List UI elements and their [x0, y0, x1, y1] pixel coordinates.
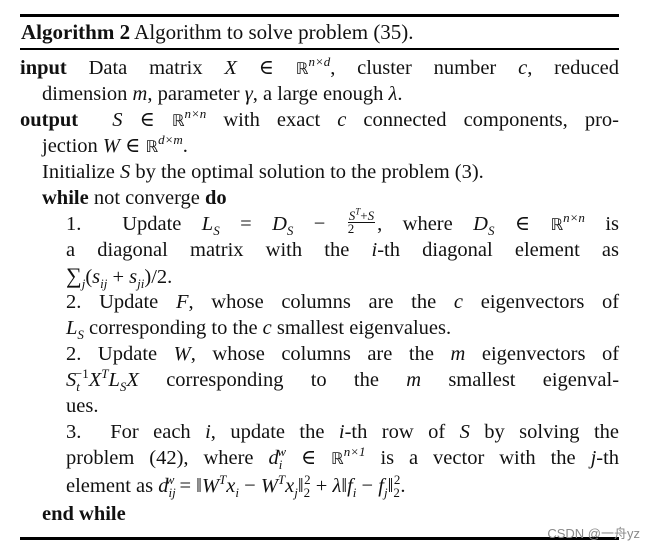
- step-2b-line-3: ues.: [66, 395, 99, 417]
- step-2a-line-2: LS corresponding to the c smallest eigen…: [66, 317, 452, 343]
- end-while-line: end while: [42, 503, 126, 525]
- output-line-1: output S ∈ ℝn×n with exact c connected c…: [20, 106, 619, 131]
- step-1-line-2: a diagonal matrix with the i-th diagonal…: [66, 239, 619, 261]
- step-3-line-2: problem (42), where diw ∈ ℝn×1 is a vect…: [66, 444, 620, 473]
- output-line-2: jection W ∈ ℝd×m.: [42, 132, 188, 157]
- fraction: ST+S 2: [347, 206, 376, 236]
- step-1-line-1: 1. Update LS = DS − ST+S 2, where DS ∈ ℝn…: [66, 206, 619, 239]
- algorithm-caption: Algorithm 2 Algorithm to solve problem (…: [20, 17, 619, 48]
- algorithm-body: input Data matrix X ∈ ℝn×d, cluster numb…: [20, 55, 619, 527]
- algorithm-box: Algorithm 2 Algorithm to solve problem (…: [20, 14, 619, 527]
- csdn-watermark: CSDN @一舟yz: [547, 526, 640, 541]
- step-3-line-3: element as dijw = ‖WTxi − WTxj‖22 + λ‖fi…: [66, 472, 406, 501]
- step-2b-line-1: 2. Update W, whose columns are the m eig…: [66, 343, 620, 365]
- while-line: while not converge do: [42, 187, 227, 209]
- step-3-line-1: 3. For each i, update the i-th row of S …: [66, 421, 620, 443]
- input-line-2: dimension m, parameter γ, a large enough…: [42, 83, 403, 105]
- caption-rule: [20, 48, 619, 50]
- algorithm-label: Algorithm 2: [21, 20, 131, 44]
- step-2b-line-2: St−1XTLSX corresponding to the m smalles…: [66, 366, 620, 395]
- step-1-line-3: ∑j(sij + sji)/2.: [66, 263, 173, 292]
- bottom-rule: [20, 537, 619, 540]
- step-2a-line-1: 2. Update F, whose columns are the c eig…: [66, 291, 620, 313]
- input-line-1: input Data matrix X ∈ ℝn×d, cluster numb…: [20, 54, 620, 79]
- algorithm-title: Algorithm to solve problem (35).: [134, 20, 414, 44]
- initialize-line: Initialize S by the optimal solution to …: [42, 161, 484, 183]
